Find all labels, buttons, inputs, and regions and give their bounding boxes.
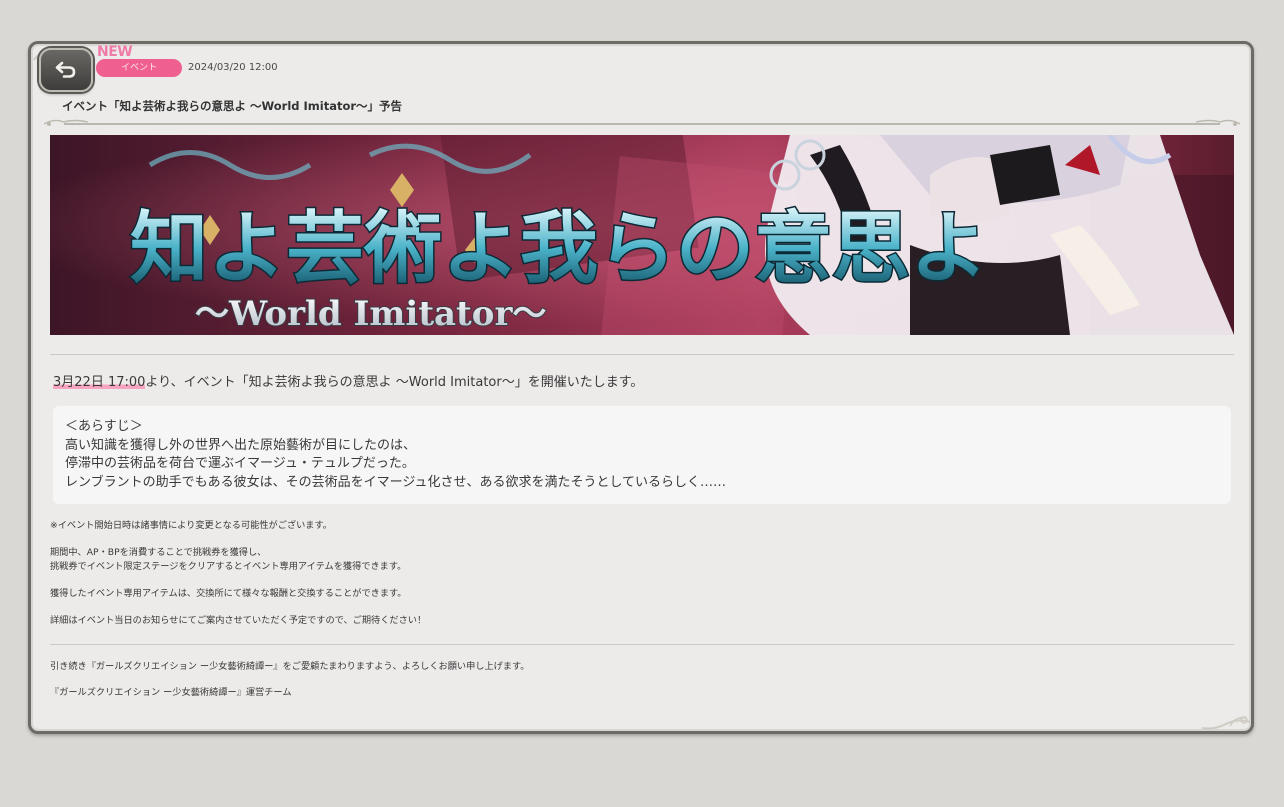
back-button[interactable] (39, 48, 93, 92)
note-exchange: 獲得したイベント専用アイテムは、交換所にて様々な報酬と交換することができます。 (50, 587, 407, 599)
synopsis-line: 停滞中の芸術品を荷台で運ぶイマージュ・テュルプだった。 (65, 456, 415, 472)
note-schedule-change: ※イベント開始日時は諸事情により変更となる可能性がございます。 (50, 520, 332, 531)
event-banner-art: 知よ芸術よ我らの意思よ 〜World Imitator〜 (50, 135, 1234, 335)
banner-logo-main: 知よ芸術よ我らの意思よ (130, 203, 988, 294)
title-divider (44, 119, 1240, 126)
category-badge: イベント (96, 59, 182, 77)
event-banner: 知よ芸術よ我らの意思よ 〜World Imitator〜 (50, 135, 1234, 335)
synopsis-line: 高い知識を獲得し外の世界へ出た原始藝術が目にしたのは、 (65, 437, 417, 453)
closing-divider (50, 644, 1234, 645)
closing-signature: 『ガールズクリエイション ー少女藝術綺譚ー』運営チーム (50, 687, 292, 698)
post-date: 2024/03/20 12:00 (188, 62, 278, 73)
note-challenge-line2: 挑戦券でイベント限定ステージをクリアするとイベント専用アイテムを獲得できます。 (50, 560, 407, 572)
content-divider (50, 354, 1234, 355)
closing-message: 引き続き『ガールズクリエイション ー少女藝術綺譚ー』をご愛顧たまわりますよう、よ… (50, 661, 530, 672)
closing-text: 引き続き『ガールズクリエイション ー少女藝術綺譚ー』をご愛顧たまわりますよう、よ… (50, 660, 529, 712)
lead-text: 3月22日 17:00より、イベント「知よ芸術よ我らの意思よ 〜World Im… (53, 371, 643, 390)
back-arrow-icon (55, 61, 76, 78)
lead-text-rest: より、イベント「知よ芸術よ我らの意思よ 〜World Imitator〜」を開催… (145, 375, 644, 390)
event-notes: ※イベント開始日時は諸事情により変更となる可能性がございます。 期間中、AP・B… (50, 519, 426, 641)
synopsis-box: ＜あらすじ＞ 高い知識を獲得し外の世界へ出た原始藝術が目にしたのは、 停滞中の芸… (53, 406, 1231, 504)
corner-ornament-bottom-right (1201, 716, 1251, 730)
note-challenge-ticket: 期間中、AP・BPを消費することで挑戦券を獲得し、 挑戦券でイベント限定ステージ… (50, 546, 426, 573)
new-label: NEW (97, 44, 133, 60)
banner-logo-sub: 〜World Imitator〜 (195, 294, 546, 334)
note-challenge-line1: 期間中、AP・BPを消費することで挑戦券を獲得し、 (50, 547, 267, 558)
post-title: イベント「知よ芸術よ我らの意思よ 〜World Imitator〜」予告 (62, 99, 403, 113)
lead-date-highlight: 3月22日 17:00 (53, 375, 146, 390)
synopsis-line: レンブラントの助手でもある彼女は、その芸術品をイマージュ化させ、ある欲求を満たそ… (65, 475, 727, 491)
synopsis-heading: ＜あらすじ＞ (65, 419, 143, 434)
note-details: 詳細はイベント当日のお知らせにてご案内させていただく予定ですので、ご期待ください… (50, 614, 427, 626)
